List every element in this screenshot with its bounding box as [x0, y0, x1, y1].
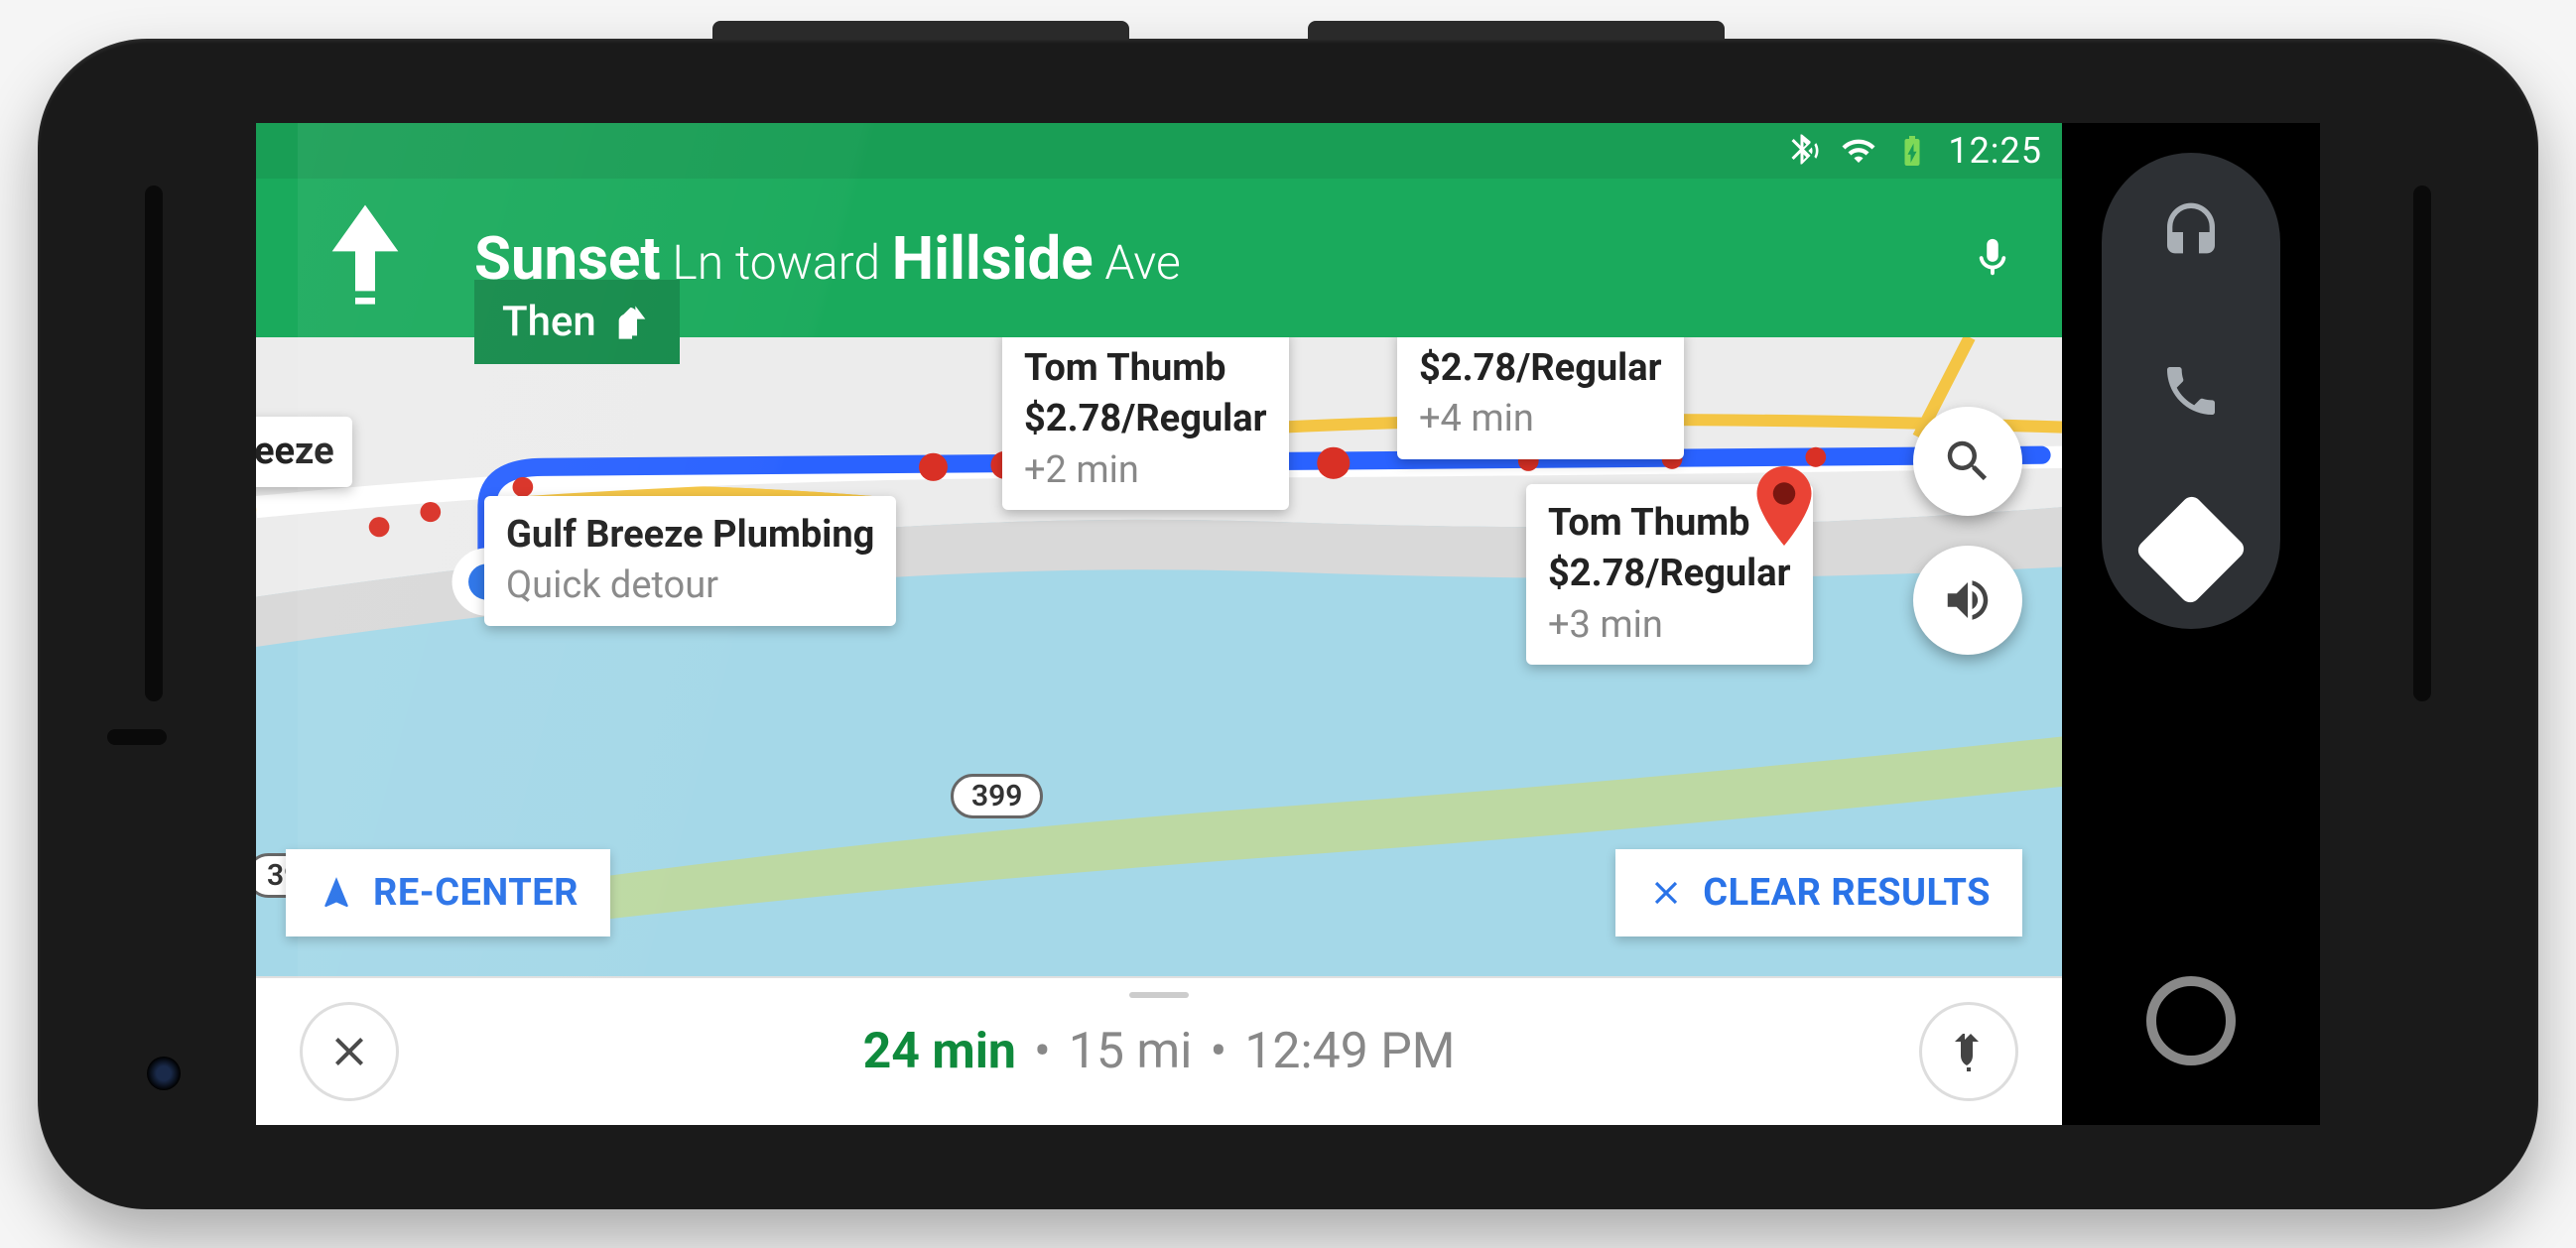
phone-frame: 12:25 Sunset Ln toward Hillside Ave [38, 39, 2538, 1209]
poi-card[interactable]: Tom Thumb $2.78/Regular +2 min [1002, 337, 1289, 510]
highway-shield: 399 [951, 774, 1043, 818]
speaker-grille [2413, 186, 2431, 701]
navigation-icon [318, 874, 355, 912]
destination-pin-icon[interactable] [1754, 466, 1814, 546]
eta-time: 24 min [863, 1023, 1016, 1080]
alt-route-icon [1945, 1028, 1993, 1075]
headphones-icon [2159, 200, 2223, 264]
poi-subtext: Quick detour [506, 561, 874, 611]
close-button[interactable] [300, 1002, 399, 1101]
poi-card[interactable]: Gulf Breeze Plumbing Quick detour [484, 496, 896, 626]
turn-left-icon [612, 303, 652, 342]
home-button[interactable] [2146, 976, 2236, 1065]
recenter-label: RE-CENTER [373, 871, 579, 915]
recenter-button[interactable]: RE-CENTER [286, 849, 610, 936]
phone-icon [2159, 359, 2223, 423]
poi-subtext: +3 min [1548, 600, 1791, 651]
voice-search-button[interactable] [1963, 228, 2022, 288]
proximity-sensor [107, 729, 167, 745]
close-icon [1647, 874, 1685, 912]
speaker-grille [145, 186, 163, 701]
screen: 12:25 Sunset Ln toward Hillside Ave [256, 123, 2320, 1125]
poi-subtext: +2 min [1024, 445, 1267, 496]
poi-card[interactable]: eeze [256, 417, 352, 487]
poi-title: eeze [256, 427, 334, 477]
battery-icon [1894, 133, 1930, 169]
direction-arrow-icon [256, 179, 474, 337]
direction-text: Sunset Ln toward Hillside Ave [474, 223, 1963, 294]
navigation-button[interactable] [2151, 510, 2231, 589]
media-button[interactable] [2151, 192, 2231, 272]
alternate-routes-button[interactable] [1919, 1002, 2018, 1101]
poi-card[interactable]: $2.78/Regular +4 min [1397, 337, 1684, 459]
close-icon [325, 1028, 373, 1075]
poi-subtext: +4 min [1419, 394, 1662, 444]
poi-price: $2.78/Regular [1024, 394, 1267, 444]
clear-results-label: CLEAR RESULTS [1703, 871, 1991, 915]
phone-button[interactable] [2151, 351, 2231, 431]
sound-button[interactable] [1913, 546, 2022, 655]
status-bar: 12:25 [256, 123, 2062, 179]
eta-summary: 24 min•15 mi•12:49 PM [419, 1023, 1899, 1080]
next-turn-label: Then [502, 298, 596, 346]
poi-title: Gulf Breeze Plumbing [506, 510, 874, 561]
next-turn-chip[interactable]: Then [474, 280, 680, 364]
poi-price: $2.78/Regular [1548, 549, 1791, 599]
wifi-icon [1841, 133, 1876, 169]
poi-title: Tom Thumb [1024, 343, 1267, 394]
front-camera [147, 1057, 181, 1090]
eta-arrival: 12:49 PM [1244, 1023, 1455, 1080]
app-rail [2062, 123, 2320, 1125]
diamond-icon [2134, 493, 2249, 607]
trip-summary-bar[interactable]: 24 min•15 mi•12:49 PM [256, 976, 2062, 1125]
poi-price: $2.78/Regular [1419, 343, 1662, 394]
status-time: 12:25 [1948, 130, 2042, 172]
eta-distance: 15 mi [1069, 1023, 1193, 1080]
map[interactable]: eeze Gulf Breeze Plumbing Quick detour T… [256, 337, 2062, 976]
bluetooth-icon [1787, 133, 1823, 169]
clear-results-button[interactable]: CLEAR RESULTS [1615, 849, 2022, 936]
search-button[interactable] [1913, 407, 2022, 516]
